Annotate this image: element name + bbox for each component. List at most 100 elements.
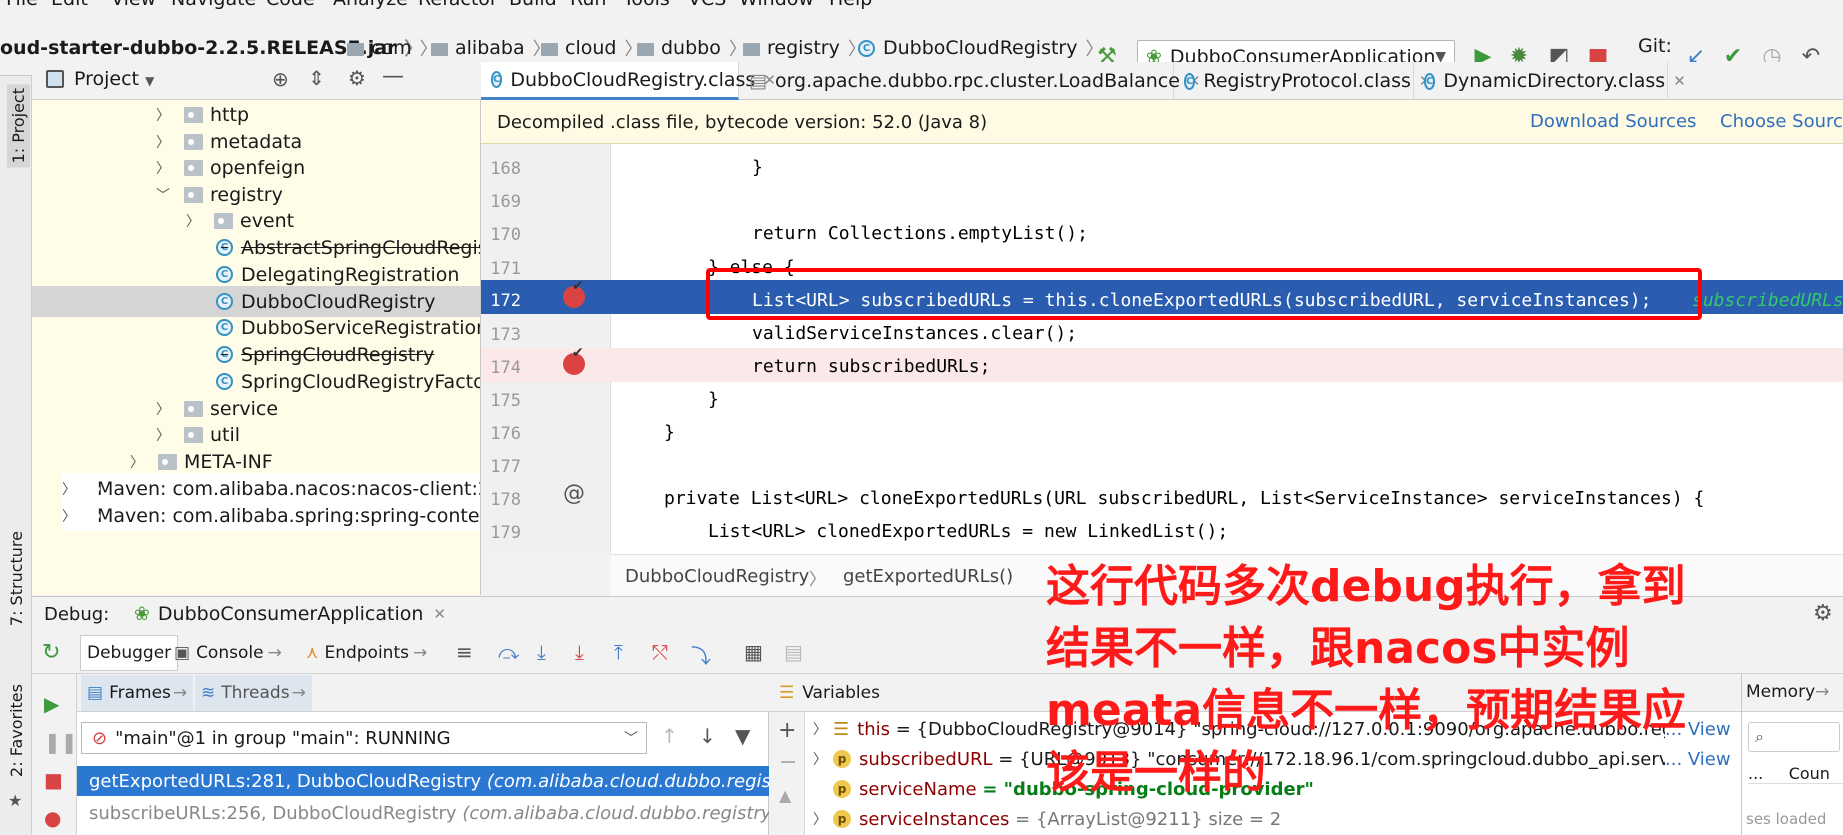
- class-icon: C: [216, 239, 233, 256]
- locate-icon[interactable]: ⊕: [272, 67, 289, 91]
- menu-navigate[interactable]: Navigate: [171, 0, 256, 10]
- frame-row[interactable]: subscribeURLs:256, DubboCloudRegistry (c…: [77, 798, 769, 828]
- view-breakpoints-icon[interactable]: ●: [44, 806, 61, 830]
- code-line: return subscribedURLs;: [752, 356, 991, 377]
- menu-build[interactable]: Build: [509, 0, 557, 10]
- resume-icon[interactable]: ▶: [44, 692, 59, 716]
- breadcrumb-com[interactable]: com 〉: [347, 35, 438, 61]
- trace-icon[interactable]: ▤: [784, 640, 803, 664]
- step-over-icon[interactable]: ⤓: [537, 640, 546, 664]
- editor-crumb-class[interactable]: DubboCloudRegistry: [625, 566, 809, 587]
- pause-icon[interactable]: ❚❚: [44, 730, 78, 754]
- breadcrumb-dubbo[interactable]: dubbo 〉: [637, 35, 747, 61]
- move-up-icon[interactable]: ▲: [779, 786, 791, 805]
- class-icon: C: [858, 39, 875, 57]
- menu-lines-icon[interactable]: ≡: [456, 640, 473, 664]
- menu-vcs[interactable]: VCS: [688, 0, 726, 10]
- editor-crumb-method[interactable]: getExportedURLs(): [843, 566, 1013, 587]
- chevron-right-icon: 〉: [62, 481, 76, 498]
- menu-help[interactable]: Help: [829, 0, 872, 10]
- step-into-icon[interactable]: ⤓: [575, 640, 584, 664]
- class-icon: C: [1184, 72, 1196, 90]
- frame-up-icon[interactable]: ↑: [661, 724, 678, 748]
- debug-label: Debug:: [44, 604, 110, 625]
- breadcrumb-class-label: DubboCloudRegistry: [883, 37, 1078, 59]
- package-icon: [184, 159, 203, 176]
- debug-session-tab[interactable]: ❀ DubboConsumerApplication ✕: [134, 603, 446, 625]
- structure-tool-tab[interactable]: 7: Structure: [7, 531, 26, 626]
- filter-icon[interactable]: ▼: [735, 724, 750, 748]
- breakpoint-icon[interactable]: [563, 278, 585, 308]
- package-icon: [184, 400, 203, 417]
- menu-analyze[interactable]: Analyze: [333, 0, 408, 10]
- download-sources-link[interactable]: Download Sources: [1530, 111, 1696, 132]
- variables-icon: ☰: [779, 682, 795, 703]
- tree-item-maven-spring[interactable]: 〉 Maven: com.alibaba.spring:spring-contex: [62, 500, 480, 531]
- tab-frames[interactable]: ▤ Frames →: [81, 675, 194, 711]
- highlight-annotation-box: [706, 268, 1702, 320]
- menu-file[interactable]: File: [6, 0, 38, 10]
- remove-watch-icon[interactable]: −: [779, 750, 797, 775]
- menu-edit[interactable]: Edit: [51, 0, 88, 10]
- tab-loadbalance[interactable]: ▤ org.apache.dubbo.rpc.cluster.LoadBalanc…: [739, 62, 1200, 100]
- variable-row[interactable]: 〉 p serviceInstances = {ArrayList@9211} …: [813, 804, 1281, 834]
- menu-view[interactable]: View: [111, 0, 156, 10]
- choose-sources-link[interactable]: Choose Source: [1720, 111, 1843, 132]
- stop-icon[interactable]: ■: [44, 768, 63, 792]
- breakpoint-icon[interactable]: [563, 345, 585, 375]
- tab-dynamic-directory[interactable]: C DynamicDirectory.class ✕: [1414, 62, 1686, 100]
- breadcrumb-com-label: com: [371, 37, 412, 59]
- menu-tools[interactable]: Tools: [623, 0, 670, 10]
- menu-window[interactable]: Window: [739, 0, 814, 10]
- tab-threads[interactable]: ≋ Threads →: [195, 675, 312, 711]
- tab-debugger[interactable]: Debugger: [80, 635, 179, 671]
- close-icon[interactable]: ✕: [433, 605, 446, 623]
- thread-select[interactable]: ⊘ "main"@1 in group "main": RUNNING ﹀: [81, 722, 647, 754]
- rerun-icon[interactable]: ↻: [42, 640, 60, 665]
- frame-package: (com.alibaba.cloud.dubbo.registry): [462, 802, 769, 824]
- annotation-text: 这行代码多次debug执行，拿到 结果不一样，跟nacos中实例 meata信息…: [1046, 556, 1806, 804]
- frame-row-selected[interactable]: getExportedURLs:281, DubboCloudRegistry …: [77, 766, 769, 796]
- chevron-right-icon: 〉: [813, 722, 827, 738]
- code-line: validServiceInstances.clear();: [752, 323, 1078, 344]
- show-execution-point-icon[interactable]: ⤼: [498, 640, 519, 664]
- chevron-right-icon: 〉: [130, 454, 144, 471]
- var-value: = {ArrayList@9211} size = 2: [1015, 808, 1282, 830]
- run-to-cursor-icon[interactable]: ⤵: [691, 640, 711, 669]
- close-icon[interactable]: ✕: [1673, 72, 1686, 90]
- menu-refactor[interactable]: Refactor: [418, 0, 498, 10]
- menu-run[interactable]: Run: [570, 0, 606, 10]
- tab-console[interactable]: ▣ Console →: [174, 635, 282, 671]
- breadcrumb-class[interactable]: C DubboCloudRegistry 〉: [858, 35, 1103, 61]
- project-tool-tab[interactable]: 1: Project: [7, 84, 30, 168]
- chevron-right-icon: 〉: [186, 213, 200, 230]
- chevron-right-icon: 〉: [156, 107, 170, 124]
- folder-icon: [347, 42, 364, 56]
- evaluate-icon[interactable]: ▦: [744, 640, 763, 664]
- breadcrumb-cloud[interactable]: cloud 〉: [541, 35, 642, 61]
- gear-icon[interactable]: ⚙: [348, 66, 366, 90]
- drop-frame-icon[interactable]: ⤲: [652, 640, 668, 664]
- breadcrumb-registry[interactable]: registry 〉: [743, 35, 866, 61]
- tab-endpoints[interactable]: ⋏ Endpoints →: [306, 635, 427, 671]
- step-out-icon[interactable]: ⤒: [614, 640, 623, 664]
- frame-down-icon[interactable]: ↓: [699, 724, 716, 748]
- tab-registry-protocol[interactable]: CRegistryProtocol.class✕: [1174, 62, 1431, 100]
- breadcrumb-cloud-label: cloud: [565, 37, 617, 59]
- breadcrumb-alibaba[interactable]: alibaba〉: [431, 35, 551, 61]
- chevron-right-icon: 〉: [156, 401, 170, 418]
- inline-debug-hint: subscribedURLs:: [1692, 290, 1843, 311]
- tree-item-label: DelegatingRegistration: [241, 263, 460, 286]
- code-line: }: [752, 157, 763, 178]
- favorites-tool-tab[interactable]: 2: Favorites: [7, 684, 26, 777]
- add-watch-icon[interactable]: +: [778, 718, 796, 743]
- tree-item-label: service: [210, 397, 279, 420]
- tab-dubbo-cloud-registry[interactable]: C DubboCloudRegistry.class ✕: [481, 62, 776, 100]
- project-view-select[interactable]: Project ▼: [74, 68, 154, 90]
- collapse-all-icon[interactable]: ⇕: [308, 66, 325, 90]
- tab-label: org.apache.dubbo.rpc.cluster.LoadBalance: [774, 70, 1180, 92]
- minimize-icon[interactable]: —: [382, 64, 404, 89]
- menu-code[interactable]: Code: [266, 0, 315, 10]
- gear-icon[interactable]: ⚙: [1813, 601, 1833, 626]
- override-icon[interactable]: @: [563, 481, 585, 506]
